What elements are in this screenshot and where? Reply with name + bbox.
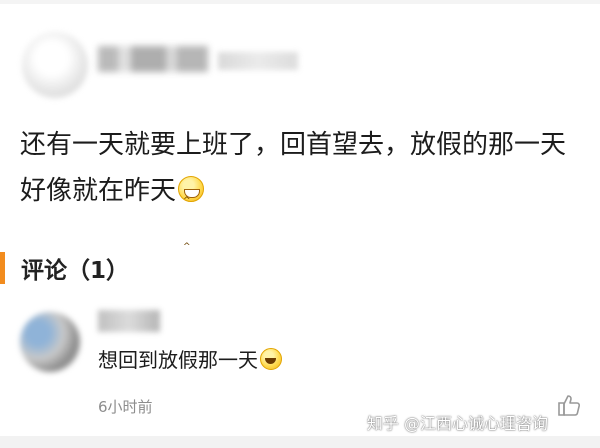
commenter-avatar[interactable]	[20, 312, 80, 372]
top-edge	[0, 0, 600, 4]
commenter-name-blurred[interactable]	[98, 310, 160, 332]
comment-body: 想回到放假那一天	[98, 344, 282, 373]
bottom-divider	[0, 436, 600, 448]
post-meta-blurred	[218, 52, 298, 70]
grinning-face-icon	[178, 176, 205, 270]
thumbs-up-icon[interactable]	[556, 392, 582, 418]
comments-title: 评论（1）	[21, 258, 130, 284]
comment-timestamp: 6小时前	[98, 398, 153, 416]
tears-of-joy-icon	[260, 348, 282, 370]
post-body: 还有一天就要上班了，回首望去，放假的那一天好像就在昨天	[20, 122, 585, 270]
post-text: 还有一天就要上班了，回首望去，放假的那一天好像就在昨天	[20, 130, 567, 206]
post-author-avatar[interactable]	[22, 32, 88, 98]
comment-text: 想回到放假那一天	[98, 348, 258, 372]
comments-header: 评论（1）	[0, 250, 129, 286]
comments-accent-bar	[0, 252, 5, 284]
watermark: 知乎 @江西心诚心理咨询	[366, 414, 548, 433]
post-author-name-blurred[interactable]	[98, 46, 208, 72]
